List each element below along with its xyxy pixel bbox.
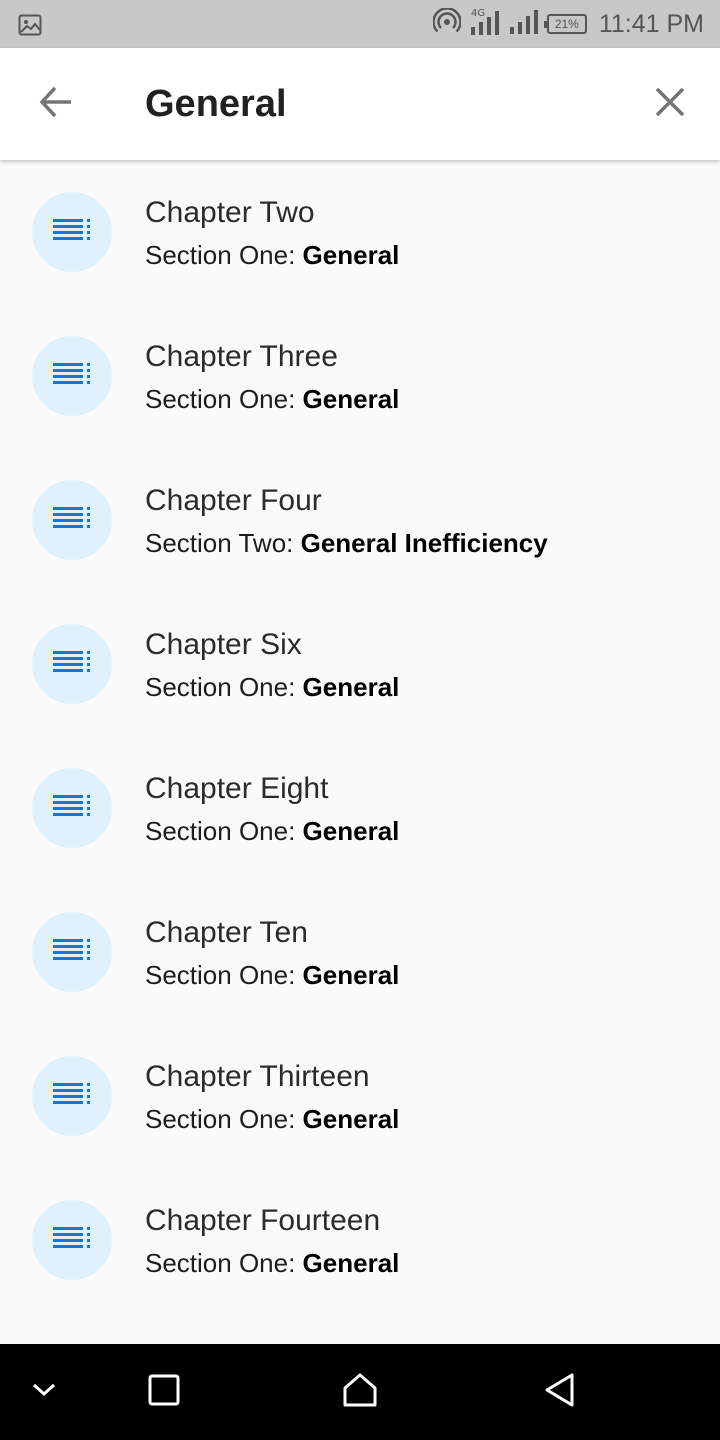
item-section: Section One:: [145, 960, 303, 990]
item-title: Chapter Ten: [145, 916, 308, 949]
item-match: General: [302, 1104, 400, 1134]
list-item[interactable]: Chapter Eight Section One: General: [0, 736, 720, 880]
item-title: Chapter Six: [145, 628, 302, 661]
list-icon: [53, 650, 91, 679]
item-subtitle: Section One: General: [145, 814, 399, 848]
item-match: General Inefficiency: [300, 528, 548, 558]
list-item[interactable]: Chapter Two Section One: General: [0, 160, 720, 304]
item-subtitle: Section One: General: [145, 1102, 399, 1136]
list-icon: [53, 218, 91, 247]
nav-recents-button[interactable]: [134, 1362, 194, 1422]
avatar: [32, 768, 112, 848]
list-item[interactable]: Chapter Ten Section One: General: [0, 880, 720, 1024]
item-section: Section One:: [145, 1104, 303, 1134]
item-match: General: [302, 1248, 400, 1278]
nav-hide-button[interactable]: [14, 1362, 74, 1422]
avatar: [32, 480, 112, 560]
page-title: General: [145, 83, 287, 125]
item-subtitle: Section One: General: [145, 1246, 399, 1280]
battery-level: 21%: [554, 17, 579, 31]
item-title: Chapter Two: [145, 196, 315, 229]
item-subtitle: Section One: General: [145, 238, 399, 272]
network-type-label: 4G: [471, 8, 485, 19]
list-icon: [53, 1226, 91, 1255]
list-item[interactable]: Chapter Six Section One: General: [0, 592, 720, 736]
item-title: Chapter Fourteen: [145, 1204, 381, 1237]
arrow-left-icon: [38, 84, 74, 125]
item-match: General: [302, 240, 400, 270]
item-section: Section One:: [145, 816, 303, 846]
list-icon: [53, 1082, 91, 1111]
list-icon: [53, 938, 91, 967]
item-subtitle: Section Two: General Inefficiency: [145, 526, 548, 560]
list-icon: [53, 506, 91, 535]
battery-indicator: 21%: [543, 14, 587, 34]
avatar: [32, 912, 112, 992]
item-match: General: [302, 960, 400, 990]
square-icon: [148, 1374, 180, 1411]
navigation-bar: [0, 1344, 720, 1440]
item-section: Section One:: [145, 672, 303, 702]
home-icon: [343, 1373, 377, 1412]
item-subtitle: Section One: General: [145, 382, 399, 416]
app-bar: General: [0, 48, 720, 160]
item-section: Section Two:: [145, 528, 301, 558]
list-item[interactable]: Chapter Fourteen Section One: General: [0, 1168, 720, 1312]
nav-home-button[interactable]: [330, 1362, 390, 1422]
item-section: Section One:: [145, 240, 303, 270]
item-match: General: [302, 384, 400, 414]
list-item[interactable]: Chapter Thirteen Section One: General: [0, 1024, 720, 1168]
item-section: Section One:: [145, 1248, 303, 1278]
nav-back-button[interactable]: [530, 1362, 590, 1422]
close-button[interactable]: [638, 72, 702, 136]
status-bar: 4G 21% 11:41 PM: [0, 0, 720, 48]
hotspot-icon: [432, 6, 462, 41]
gallery-icon: [18, 14, 42, 41]
item-subtitle: Section One: General: [145, 958, 399, 992]
avatar: [32, 1056, 112, 1136]
avatar: [32, 624, 112, 704]
avatar: [32, 1200, 112, 1280]
item-section: Section One:: [145, 384, 303, 414]
item-title: Chapter Eight: [145, 772, 329, 805]
signal-icon: [509, 9, 539, 40]
list-icon: [53, 362, 91, 391]
item-match: General: [302, 672, 400, 702]
item-subtitle: Section One: General: [145, 670, 399, 704]
chevron-down-icon: [31, 1382, 57, 1403]
item-title: Chapter Three: [145, 340, 338, 373]
item-match: General: [302, 816, 400, 846]
signal-4g-icon: 4G: [469, 7, 501, 42]
results-list: Chapter Two Section One: General Chapter…: [0, 160, 720, 1344]
avatar: [32, 192, 112, 272]
close-icon: [654, 86, 686, 123]
item-title: Chapter Thirteen: [145, 1060, 370, 1093]
list-item[interactable]: Chapter Three Section One: General: [0, 304, 720, 448]
back-button[interactable]: [24, 72, 88, 136]
list-icon: [53, 794, 91, 823]
status-time: 11:41 PM: [598, 9, 704, 38]
avatar: [32, 336, 112, 416]
list-item[interactable]: Chapter Four Section Two: General Ineffi…: [0, 448, 720, 592]
item-title: Chapter Four: [145, 484, 322, 517]
triangle-back-icon: [544, 1373, 576, 1412]
